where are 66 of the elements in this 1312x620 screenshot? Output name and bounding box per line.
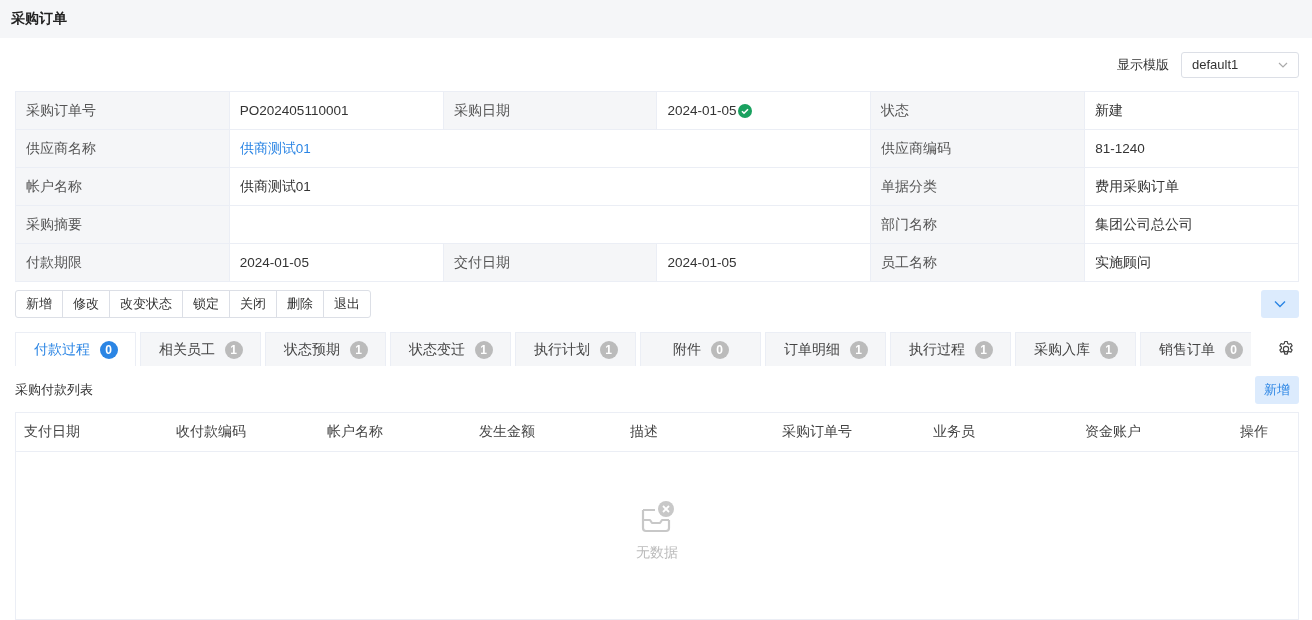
- field-label: 单据分类: [871, 168, 1086, 206]
- field-value: PO202405110001: [229, 92, 444, 130]
- section-title: 采购付款列表: [15, 381, 93, 399]
- field-label: 供应商编码: [871, 130, 1086, 168]
- field-label: 帐户名称: [16, 168, 230, 206]
- column-header: 帐户名称: [326, 423, 384, 441]
- count-badge: 1: [474, 340, 493, 359]
- action-button[interactable]: 关闭: [229, 290, 277, 318]
- action-button[interactable]: 删除: [276, 290, 324, 318]
- field-label: 付款期限: [16, 244, 230, 282]
- column-header: 采购订单号: [780, 423, 853, 441]
- field-value: 新建: [1085, 92, 1299, 130]
- column-header: 业务员: [932, 423, 976, 441]
- page-title: 采购订单: [11, 10, 67, 28]
- field-label: 采购摘要: [16, 206, 230, 244]
- field-label: 供应商名称: [16, 130, 230, 168]
- column-header: 描述: [629, 423, 659, 441]
- count-badge: 1: [224, 340, 243, 359]
- field-value: 2024-01-05: [657, 92, 872, 130]
- action-button[interactable]: 退出: [323, 290, 371, 318]
- count-badge: 1: [599, 340, 618, 359]
- field-label: 交付日期: [443, 244, 658, 282]
- template-label: 显示模版: [1117, 55, 1169, 74]
- tab[interactable]: 采购入库 1: [1015, 332, 1136, 366]
- supplier-link[interactable]: 供商测试01: [229, 130, 872, 168]
- count-badge: 1: [849, 340, 868, 359]
- column-header: 支付日期: [23, 423, 81, 441]
- field-value: 81-1240: [1085, 130, 1299, 168]
- field-label: 员工名称: [871, 244, 1086, 282]
- action-button[interactable]: 锁定: [182, 290, 230, 318]
- field-value: 集团公司总公司: [1085, 206, 1299, 244]
- tab[interactable]: 执行过程 1: [890, 332, 1011, 366]
- count-badge: 1: [349, 340, 368, 359]
- action-button[interactable]: 修改: [62, 290, 110, 318]
- field-label: 采购订单号: [16, 92, 230, 130]
- tab[interactable]: 执行计划 1: [515, 332, 636, 366]
- tab[interactable]: 销售订单 0: [1140, 332, 1251, 366]
- count-badge: 0: [1224, 340, 1243, 359]
- field-value: 费用采购订单: [1085, 168, 1299, 206]
- settings-icon[interactable]: [1277, 340, 1295, 358]
- template-select[interactable]: default1: [1181, 51, 1299, 78]
- count-badge: 1: [974, 340, 993, 359]
- field-label: 部门名称: [871, 206, 1086, 244]
- field-value: 供商测试01: [229, 168, 872, 206]
- field-label: 状态: [871, 92, 1086, 130]
- count-badge: 1: [1099, 340, 1118, 359]
- column-header: 发生金额: [477, 423, 536, 441]
- caret-icon: [1278, 61, 1288, 68]
- column-header: 收付款编码: [174, 423, 247, 441]
- field-value: 2024-01-05: [229, 244, 444, 282]
- tab[interactable]: 附件 0: [640, 332, 761, 366]
- field-value: 实施顾问: [1085, 244, 1299, 282]
- field-label: 采购日期: [443, 92, 658, 130]
- count-badge: 0: [710, 340, 729, 359]
- action-button[interactable]: 改变状态: [109, 290, 183, 318]
- tab[interactable]: 付款过程 0: [15, 332, 136, 366]
- tab[interactable]: 相关员工 1: [140, 332, 261, 366]
- column-header: 操作: [1239, 423, 1269, 441]
- column-header: 资金账户: [1083, 423, 1142, 441]
- count-badge: 0: [99, 340, 118, 359]
- empty-text: 无数据: [636, 544, 678, 562]
- tab[interactable]: 订单明细 1: [765, 332, 886, 366]
- tab[interactable]: 状态变迁 1: [390, 332, 511, 366]
- chevron-down-icon: [1274, 300, 1286, 308]
- tab[interactable]: 状态预期 1: [265, 332, 386, 366]
- action-button[interactable]: 新增: [15, 290, 63, 318]
